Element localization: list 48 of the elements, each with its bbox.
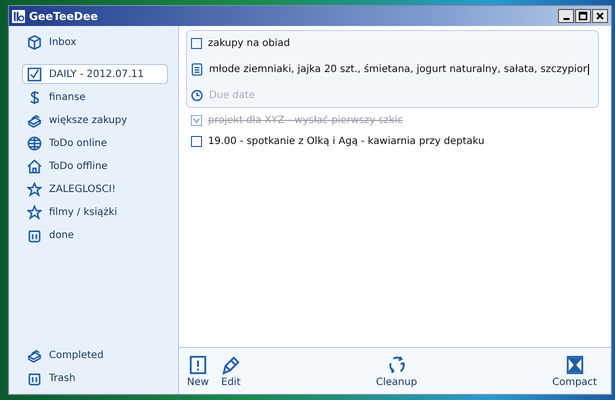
- task-title: projekt dla XYZ - wysłać pierwszy szkic: [208, 114, 403, 126]
- sidebar-item[interactable]: done: [22, 225, 168, 245]
- box-icon: [27, 34, 42, 50]
- checkbox-icon: [27, 66, 42, 82]
- due-date-field[interactable]: Due date: [209, 90, 329, 100]
- star-icon: [27, 182, 42, 196]
- recycle-icon: [386, 354, 407, 374]
- star-icon: [27, 204, 42, 220]
- minimize-icon: [562, 18, 570, 20]
- pencil-icon: [220, 354, 241, 374]
- maximize-icon: [577, 11, 589, 21]
- hourglass-icon: [564, 354, 585, 374]
- checkbox[interactable]: [191, 38, 202, 48]
- sidebar-item[interactable]: DAILY - 2012.07.11: [22, 64, 168, 84]
- sidebar-item[interactable]: ToDo online: [22, 133, 168, 153]
- window-title: GeeTeeDee: [29, 10, 99, 22]
- stack-icon: [27, 112, 42, 128]
- maximize-button[interactable]: [575, 9, 591, 23]
- dollar-icon: [27, 90, 42, 104]
- clock-icon: [191, 88, 203, 102]
- trash-icon: [27, 228, 42, 242]
- house-icon: [27, 158, 42, 174]
- note-field[interactable]: młode ziemniaki, jajka 20 szt., śmietana, jogurt naturalny, sałata, szczypior: [209, 64, 589, 74]
- sidebar-item[interactable]: filmy / książki: [22, 202, 168, 222]
- cleanup-button[interactable]: Cleanup: [374, 354, 420, 388]
- minimize-button[interactable]: [558, 9, 574, 23]
- compact-button[interactable]: Compact: [550, 354, 599, 388]
- checkbox[interactable]: [191, 114, 202, 126]
- app-logo-icon: [12, 10, 25, 22]
- sidebar-item[interactable]: większe zakupy: [22, 110, 168, 130]
- sidebar-item[interactable]: Inbox: [22, 32, 168, 52]
- sidebar-item[interactable]: ToDo offline: [22, 156, 168, 176]
- note-icon: [191, 62, 203, 76]
- stack-icon: [27, 348, 42, 362]
- checkbox[interactable]: [191, 136, 202, 146]
- trash-icon: [27, 370, 42, 386]
- globe-icon: [27, 136, 42, 150]
- close-button[interactable]: [592, 9, 608, 23]
- edit-button[interactable]: Edit: [218, 354, 243, 388]
- task-title: zakupy na obiad: [208, 38, 290, 48]
- sidebar-item[interactable]: finanse: [22, 87, 168, 107]
- close-icon: [594, 11, 606, 21]
- task-title: 19.00 - spotkanie z Olką i Agą - kawiarnia przy deptaku: [208, 136, 485, 146]
- sidebar-item[interactable]: ZALEGLOSCI!: [22, 179, 168, 199]
- exclamation-icon: [188, 354, 208, 374]
- new-button[interactable]: New: [185, 354, 211, 388]
- sidebar-item[interactable]: Completed: [22, 345, 168, 365]
- sidebar-item[interactable]: Trash: [22, 368, 168, 388]
